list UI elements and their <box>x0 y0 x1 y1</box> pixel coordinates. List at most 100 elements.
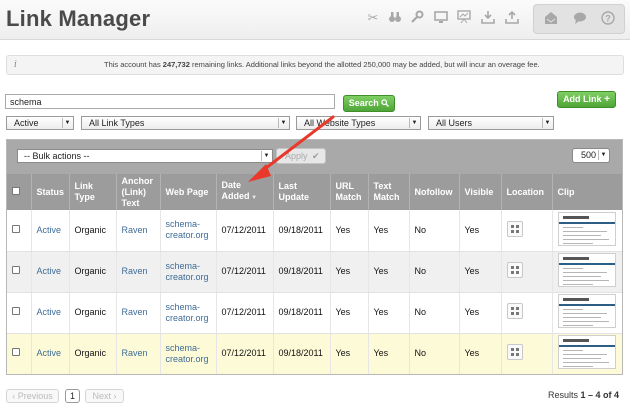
monitor-icon[interactable] <box>433 10 449 26</box>
link-type-filter[interactable]: All Link Types ▼ <box>81 116 290 130</box>
link-type-cell: Organic <box>69 292 117 334</box>
table-row[interactable]: Active Organic Raven schema-creator.org … <box>7 251 622 293</box>
search-button[interactable]: Search <box>343 95 395 112</box>
column-header[interactable]: URL Match <box>330 174 369 210</box>
column-header[interactable]: Last Update <box>273 174 331 210</box>
column-header[interactable]: Nofollow <box>409 174 460 210</box>
svg-text:?: ? <box>605 14 611 24</box>
nofollow-cell: No <box>409 333 460 374</box>
column-header[interactable]: Text Match <box>368 174 410 210</box>
user-filter[interactable]: All Users ▼ <box>428 116 554 130</box>
visible-cell: Yes <box>459 210 502 252</box>
next-page-button[interactable]: Next › <box>85 389 124 403</box>
anchor-link[interactable]: Raven <box>116 333 161 374</box>
table-row[interactable]: Active Organic Raven schema-creator.org … <box>7 292 622 334</box>
web-page-link[interactable]: schema-creator.org <box>160 333 217 374</box>
table-header-row: Status Link Type Anchor (Link) Text Web … <box>7 174 622 210</box>
chat-icon[interactable] <box>572 11 588 27</box>
date-added-cell: 07/12/2011 <box>216 292 274 334</box>
checkmark-icon: ✔ <box>312 151 320 161</box>
scissors-icon[interactable]: ✂ <box>365 10 381 26</box>
select-all-column[interactable] <box>7 174 32 210</box>
per-page-select[interactable]: 500 ▼ <box>572 148 610 163</box>
binoculars-icon[interactable] <box>387 10 403 26</box>
search-input[interactable] <box>5 94 335 109</box>
anchor-link[interactable]: Raven <box>116 210 161 252</box>
column-header[interactable]: Clip <box>552 174 622 210</box>
plus-icon: + <box>604 94 610 105</box>
status-link[interactable]: Active <box>31 251 70 293</box>
date-added-cell: 07/12/2011 <box>216 210 274 252</box>
links-grid: -- Bulk actions -- ▼ Apply ✔ 500 ▼ Statu… <box>6 139 623 375</box>
link-type-cell: Organic <box>69 333 117 374</box>
results-count: Results 1 – 4 of 4 <box>548 390 620 400</box>
dropdown-arrow-icon: ▼ <box>261 151 271 161</box>
row-checkbox[interactable] <box>12 307 20 315</box>
last-update-cell: 09/18/2011 <box>273 210 331 252</box>
column-header[interactable]: Visible <box>459 174 502 210</box>
nofollow-cell: No <box>409 210 460 252</box>
dropdown-arrow-icon: ▼ <box>542 118 552 128</box>
page-number-button[interactable]: 1 <box>65 389 80 403</box>
column-header[interactable]: Web Page <box>160 174 217 210</box>
page-clip-thumbnail[interactable] <box>557 294 616 328</box>
account-tools: ? <box>533 4 625 34</box>
status-link[interactable]: Active <box>31 210 70 252</box>
web-page-link[interactable]: schema-creator.org <box>160 210 217 252</box>
wrench-icon[interactable] <box>409 10 425 26</box>
page-clip-thumbnail[interactable] <box>557 211 616 246</box>
url-match-cell: Yes <box>330 333 369 374</box>
select-all-checkbox[interactable] <box>12 186 20 195</box>
page-title: Link Manager <box>6 6 151 31</box>
anchor-link[interactable]: Raven <box>116 292 161 334</box>
column-header-date-added[interactable]: Date Added ▼ <box>216 174 274 210</box>
web-page-link[interactable]: schema-creator.org <box>160 251 217 293</box>
text-match-cell: Yes <box>368 292 410 334</box>
visible-cell: Yes <box>459 251 502 293</box>
location-icon[interactable] <box>506 220 523 237</box>
inbox-icon[interactable] <box>543 11 559 27</box>
dropdown-arrow-icon: ▼ <box>598 150 608 160</box>
url-match-cell: Yes <box>330 251 369 293</box>
help-icon[interactable]: ? <box>600 11 616 27</box>
previous-page-button[interactable]: ‹ Previous <box>6 389 59 403</box>
row-checkbox[interactable] <box>12 224 20 233</box>
page-clip-thumbnail[interactable] <box>557 335 616 369</box>
table-row[interactable]: Active Organic Raven schema-creator.org … <box>7 210 622 252</box>
location-icon[interactable] <box>506 303 523 319</box>
download-icon[interactable] <box>480 10 496 26</box>
link-type-cell: Organic <box>69 251 117 293</box>
website-type-filter[interactable]: All Website Types ▼ <box>296 116 421 130</box>
table-row[interactable]: Active Organic Raven schema-creator.org … <box>7 333 622 374</box>
links-table: Status Link Type Anchor (Link) Text Web … <box>7 174 622 374</box>
upload-icon[interactable] <box>504 10 520 26</box>
status-link[interactable]: Active <box>31 333 70 374</box>
account-notice: i This account has 247,732 remaining lin… <box>6 55 624 75</box>
add-link-button[interactable]: Add Link + <box>557 91 616 108</box>
page-clip-thumbnail[interactable] <box>557 253 616 287</box>
column-header[interactable]: Anchor (Link) Text <box>116 174 161 210</box>
column-header[interactable]: Status <box>31 174 70 210</box>
chevron-right-icon: › <box>113 391 117 401</box>
row-checkbox[interactable] <box>12 348 20 356</box>
status-link[interactable]: Active <box>31 292 70 334</box>
bulk-actions-select[interactable]: -- Bulk actions -- ▼ <box>17 149 273 163</box>
web-page-link[interactable]: schema-creator.org <box>160 292 217 334</box>
date-added-cell: 07/12/2011 <box>216 251 274 293</box>
grid-toolbar: -- Bulk actions -- ▼ Apply ✔ 500 ▼ <box>7 140 622 174</box>
text-match-cell: Yes <box>368 333 410 374</box>
status-filter[interactable]: Active ▼ <box>6 116 74 130</box>
apply-button[interactable]: Apply ✔ <box>276 148 326 164</box>
location-icon[interactable] <box>506 344 523 360</box>
anchor-link[interactable]: Raven <box>116 251 161 293</box>
location-icon[interactable] <box>506 262 523 278</box>
date-added-cell: 07/12/2011 <box>216 333 274 374</box>
column-header[interactable]: Link Type <box>69 174 117 210</box>
url-match-cell: Yes <box>330 292 369 334</box>
column-header[interactable]: Location <box>501 174 553 210</box>
sort-icon: ▼ <box>249 195 258 201</box>
dropdown-arrow-icon: ▼ <box>62 118 72 128</box>
row-checkbox[interactable] <box>12 266 20 274</box>
last-update-cell: 09/18/2011 <box>273 251 331 293</box>
presentation-icon[interactable] <box>456 10 472 26</box>
